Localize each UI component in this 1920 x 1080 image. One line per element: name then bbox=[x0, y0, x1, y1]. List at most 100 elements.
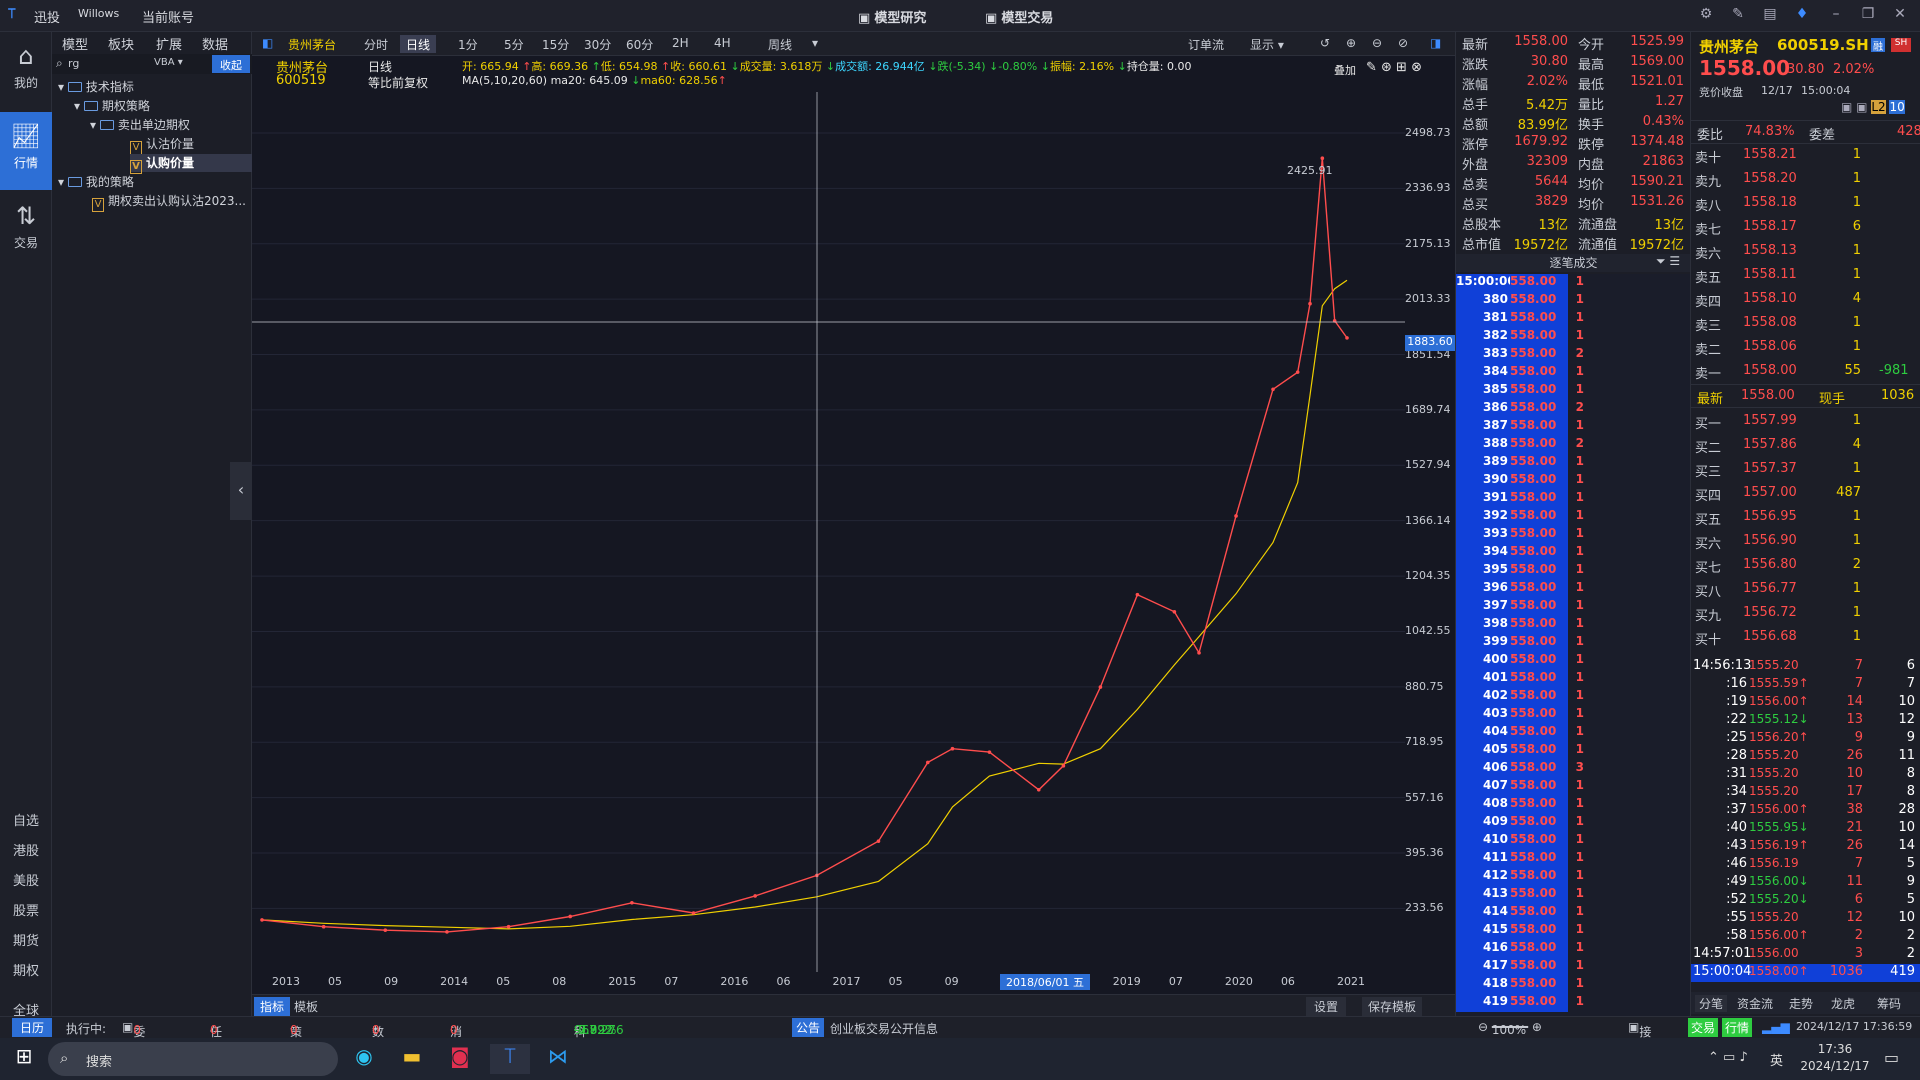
notice-badge[interactable]: 公告 bbox=[792, 1018, 825, 1037]
zoom-in-icon[interactable]: ⊕ bbox=[1340, 35, 1362, 53]
zoom-level[interactable]: ⊖ 100% ━━━━━ ⊕ bbox=[1478, 1020, 1542, 1037]
undo-icon[interactable]: ↺ bbox=[1314, 35, 1336, 53]
panel-collapse-arrow-icon[interactable]: ‹ bbox=[230, 462, 252, 520]
file-explorer-icon[interactable]: ▬ bbox=[392, 1044, 432, 1074]
period-more-chevron-icon[interactable]: ▾ bbox=[806, 35, 824, 53]
tree-node-option-strategy[interactable]: ▾ 期权策略 bbox=[74, 97, 150, 115]
tree-node-put-price-volume[interactable]: V 认沽价量 bbox=[130, 135, 194, 155]
display-menu[interactable]: 显示 ▾ bbox=[1244, 35, 1290, 53]
edge-browser-icon[interactable]: ◉ bbox=[344, 1044, 384, 1074]
shirt-theme-icon[interactable]: ♦ bbox=[1792, 6, 1812, 26]
reset-icon[interactable]: ⊘ bbox=[1392, 35, 1414, 53]
edit-icon[interactable]: ✎ bbox=[1728, 6, 1748, 26]
nav-us[interactable]: 美股 bbox=[0, 870, 52, 889]
access-button[interactable]: ▣ 接入 bbox=[1628, 1020, 1651, 1056]
nav-stock[interactable]: 股票 bbox=[0, 900, 52, 919]
level-icons[interactable]: ▣ ▣ L2 10 bbox=[1841, 100, 1905, 114]
user-name[interactable]: Willows bbox=[78, 7, 119, 20]
app-name[interactable]: 迅投 bbox=[34, 7, 60, 26]
tree-node-call-price-volume[interactable]: V 认购价量 bbox=[130, 154, 252, 174]
tree-node-tech-indicators[interactable]: ▾ 技术指标 bbox=[58, 78, 134, 96]
draw-pencil-icon[interactable]: ✎ ⊛ ⊞ ⊗ bbox=[1366, 60, 1422, 75]
taskbar-clock[interactable]: 17:36 bbox=[1800, 1042, 1870, 1056]
tree-node-sell-single-option[interactable]: ▾ 卖出单边期权 bbox=[90, 116, 190, 134]
period-4h[interactable]: 4H bbox=[708, 35, 737, 53]
summary-label: 外盘 bbox=[1462, 158, 1489, 173]
taskbar-search-box[interactable]: ⌕ 搜索 bbox=[48, 1042, 338, 1076]
save-template-button[interactable]: 保存模板 bbox=[1362, 997, 1423, 1016]
minimize-icon[interactable]: – bbox=[1826, 6, 1846, 26]
tree-node-option-sell-2023[interactable]: V 期权卖出认购认沽2023... bbox=[92, 192, 246, 212]
settings-gear-icon[interactable]: ⚙ bbox=[1696, 6, 1716, 26]
settings-button[interactable]: 设置 bbox=[1306, 997, 1347, 1016]
finance-icon[interactable]: 融 bbox=[1871, 38, 1885, 53]
calendar-button[interactable]: 日历 bbox=[12, 1018, 53, 1037]
tree-node-my-strategy[interactable]: ▾ 我的策略 bbox=[58, 173, 134, 191]
nav-market[interactable]: 📈︎ 行情 bbox=[0, 112, 52, 190]
period-1min[interactable]: 1分 bbox=[452, 35, 484, 53]
tab-trend[interactable]: 走势 bbox=[1789, 995, 1813, 1012]
price-point bbox=[753, 894, 757, 898]
tab-sector[interactable]: 板块 bbox=[108, 32, 134, 53]
tab-extension[interactable]: 扩展 bbox=[156, 32, 182, 53]
account-menu[interactable]: 当前账号 bbox=[142, 7, 194, 26]
camera-app-icon[interactable]: ◙ bbox=[440, 1044, 480, 1074]
period-5min[interactable]: 5分 bbox=[498, 35, 530, 53]
zoom-out-icon[interactable]: ⊖ bbox=[1366, 35, 1388, 53]
bid-row: 买四 1557.00 487 bbox=[1691, 482, 1920, 506]
filter-icon[interactable]: ⏷ ☰ bbox=[1656, 254, 1680, 269]
tab-model-research[interactable]: ▣ 模型研究 bbox=[858, 7, 926, 26]
nav-mine[interactable]: ⌂ 我的 bbox=[0, 32, 52, 110]
xuntou-app-icon[interactable]: ⟙ bbox=[490, 1044, 530, 1074]
entrust-label[interactable]: ▣ 委托: 0 bbox=[122, 1020, 149, 1056]
order-flow-button[interactable]: 订单流 bbox=[1182, 35, 1230, 53]
tray-icons[interactable]: ⌃ ▭ ♪ bbox=[1708, 1050, 1748, 1065]
nav-futures[interactable]: 期货 bbox=[0, 930, 52, 949]
tab-ticks[interactable]: 分笔 bbox=[1695, 995, 1728, 1012]
vscode-icon[interactable]: ⋈ bbox=[538, 1044, 578, 1074]
tab-fund-flow[interactable]: 资金流 bbox=[1737, 995, 1773, 1012]
chart-adjust[interactable]: 等比前复权 bbox=[368, 74, 428, 91]
notice-text[interactable]: 创业板交易公开信息 bbox=[830, 1020, 938, 1037]
tick-list[interactable]: 15:00:00 558.00 1 380 558.00 1 381 558.00 1 382 55… bbox=[1456, 274, 1691, 1016]
tree-search-input[interactable]: rg bbox=[68, 57, 79, 70]
trade-time: :52 bbox=[1726, 892, 1747, 907]
notification-icon[interactable]: ▭ bbox=[1884, 1048, 1899, 1067]
tab-model[interactable]: 模型 bbox=[62, 32, 88, 53]
ime-indicator[interactable]: 英 bbox=[1770, 1050, 1783, 1069]
period-2h[interactable]: 2H bbox=[666, 35, 695, 53]
bid-volume: 1 bbox=[1852, 413, 1861, 428]
restore-icon[interactable]: ❐ bbox=[1858, 6, 1878, 26]
tab-chips[interactable]: 筹码 bbox=[1877, 995, 1901, 1012]
period-30min[interactable]: 30分 bbox=[578, 35, 617, 53]
nav-options[interactable]: 期权 bbox=[0, 960, 52, 979]
price-point bbox=[987, 750, 992, 754]
overlay-button[interactable]: 叠加 bbox=[1334, 62, 1356, 78]
stock-name-tab[interactable]: 贵州茅台 bbox=[282, 35, 342, 53]
vba-filter-select[interactable]: VBA ▾ bbox=[154, 57, 183, 68]
nav-trade[interactable]: ⇅ 交易 bbox=[0, 192, 52, 270]
windows-start-icon[interactable]: ⊞ bbox=[4, 1044, 44, 1074]
right-panel-toggle-icon[interactable]: ◨ bbox=[1424, 35, 1447, 53]
sidebar-toggle-icon[interactable]: ◧ bbox=[256, 35, 279, 53]
market-status-badge[interactable]: 行情 bbox=[1722, 1018, 1753, 1037]
taskbar-date[interactable]: 2024/12/17 bbox=[1800, 1059, 1870, 1073]
tab-dragon-tiger[interactable]: 龙虎 bbox=[1831, 995, 1855, 1012]
period-60min[interactable]: 60分 bbox=[620, 35, 659, 53]
nav-hk[interactable]: 港股 bbox=[0, 840, 52, 859]
period-daily[interactable]: 日线 bbox=[400, 35, 437, 53]
close-icon[interactable]: ✕ bbox=[1890, 6, 1910, 26]
tab-template[interactable]: 模板 bbox=[294, 998, 318, 1015]
collapse-button[interactable]: 收起 bbox=[212, 55, 250, 73]
tick-time: 394 bbox=[1456, 544, 1510, 562]
period-15min[interactable]: 15分 bbox=[536, 35, 575, 53]
window-layout-icon[interactable]: ▤ bbox=[1760, 6, 1780, 26]
period-intraday[interactable]: 分时 bbox=[358, 35, 394, 53]
trade-status-badge[interactable]: 交易 bbox=[1688, 1018, 1719, 1037]
nav-watchlist[interactable]: 自选 bbox=[0, 810, 52, 829]
tab-model-trading[interactable]: ▣ 模型交易 bbox=[985, 7, 1053, 26]
tab-indicator[interactable]: 指标 bbox=[254, 997, 291, 1016]
kline-chart[interactable] bbox=[252, 92, 1405, 972]
tab-data[interactable]: 数据 bbox=[202, 32, 228, 53]
period-weekly[interactable]: 周线 bbox=[762, 35, 798, 53]
